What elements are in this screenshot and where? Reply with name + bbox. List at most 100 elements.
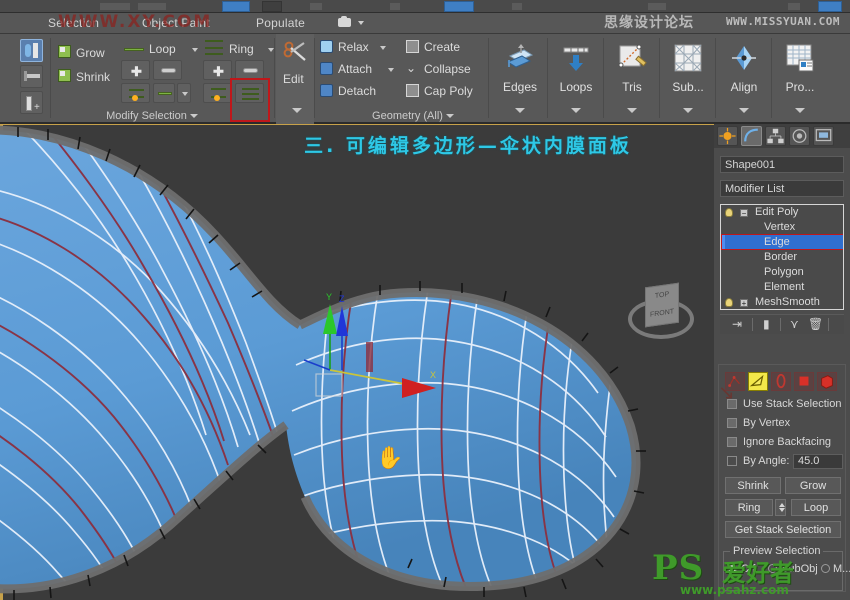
viewport[interactable]: Y Z X 三. 可编辑多边形—伞状内膜面板 TOP FRONT ✋ — [0, 124, 714, 600]
create-icon[interactable] — [406, 40, 419, 53]
create-tab[interactable] — [717, 126, 738, 146]
grow-button[interactable]: Grow — [785, 477, 841, 494]
shrink-button[interactable]: Shrink — [725, 477, 781, 494]
relax-icon[interactable] — [320, 40, 333, 53]
modify-tab[interactable] — [741, 126, 762, 146]
display-tab[interactable] — [813, 126, 834, 146]
ribbon-tab-populate[interactable]: Populate — [256, 16, 305, 30]
attach-label[interactable]: Attach — [338, 62, 372, 76]
loop-dash-button[interactable] — [153, 83, 175, 103]
detach-icon[interactable] — [320, 84, 333, 97]
loops-button[interactable]: Loops — [548, 34, 604, 124]
modify-selection-panel-label[interactable]: Modify Selection — [72, 110, 232, 122]
tris-button[interactable]: Tris — [604, 34, 660, 124]
vertex-subobject-icon[interactable] — [725, 372, 745, 391]
cap-poly-icon[interactable] — [406, 84, 419, 97]
create-label[interactable]: Create — [424, 40, 460, 54]
ribbon-tab-object-paint[interactable]: Object Paint — [142, 16, 210, 30]
align-button[interactable]: Align — [716, 34, 772, 124]
motion-tab[interactable] — [789, 126, 810, 146]
ribbon-mode-btn-1[interactable] — [20, 39, 43, 62]
relax-dropdown-icon[interactable] — [380, 46, 386, 50]
geometry-panel-label[interactable]: Geometry (All) — [338, 110, 488, 122]
ring-grow-button[interactable]: ✚ — [203, 60, 232, 80]
preview-off-radio[interactable] — [728, 564, 737, 573]
loop-label[interactable]: Loop — [149, 42, 176, 56]
stack-item-element[interactable]: Element — [721, 280, 843, 295]
ring-shift-button[interactable] — [203, 83, 232, 103]
viewcube[interactable]: TOP FRONT — [625, 282, 697, 351]
edit-panel-label[interactable]: Edit — [283, 72, 304, 86]
toolbar-active-btn-1[interactable] — [222, 1, 250, 12]
loop-shift-button[interactable] — [121, 83, 150, 103]
ribbon-tab-selection[interactable]: Selection — [48, 16, 99, 30]
polygon-subobject-icon[interactable] — [794, 372, 814, 391]
edge-subobject-icon[interactable] — [748, 372, 768, 391]
collapse-label[interactable]: Collapse — [424, 62, 471, 76]
preview-multi-radio[interactable] — [821, 564, 830, 573]
toolbar-active-btn-3[interactable] — [818, 1, 842, 12]
loop-grow-button[interactable]: ✚ — [121, 60, 150, 80]
loop-button[interactable]: Loop — [791, 499, 841, 516]
preview-subobj-radio[interactable] — [768, 564, 777, 573]
edit-panel[interactable]: Edit — [276, 34, 314, 124]
loop-shrink-button[interactable] — [153, 60, 182, 80]
light-bulb-icon-2[interactable] — [725, 298, 733, 307]
stack-item-border[interactable]: Border — [721, 250, 843, 265]
toolbar-active-btn-2[interactable] — [444, 1, 474, 12]
properties-button[interactable]: Pro... — [772, 34, 828, 124]
cap-poly-label[interactable]: Cap Poly — [424, 84, 473, 98]
subdivide-button[interactable]: Sub... — [660, 34, 716, 124]
use-stack-selection-checkbox[interactable] — [727, 399, 737, 409]
stack-item-vertex[interactable]: Vertex — [721, 220, 843, 235]
remove-modifier-icon[interactable]: 🗑 — [808, 318, 823, 330]
by-angle-value-field[interactable]: 45.0 — [793, 454, 843, 469]
loop-dropdown-icon[interactable] — [192, 48, 198, 52]
edges-button[interactable]: Edges — [492, 34, 548, 124]
get-stack-selection-button[interactable]: Get Stack Selection — [725, 521, 841, 538]
ring-icon[interactable] — [205, 40, 223, 55]
modifier-stack-list[interactable]: − Edit Poly Vertex Edge Border Polygon E… — [720, 204, 844, 310]
pin-stack-icon[interactable]: ⇥ — [732, 318, 742, 330]
detach-label[interactable]: Detach — [338, 84, 376, 98]
viewcube-box[interactable]: TOP FRONT — [645, 282, 679, 328]
align-dropdown-icon[interactable] — [739, 108, 749, 113]
expand-toggle-icon[interactable]: − — [740, 209, 748, 218]
ring-button[interactable]: Ring — [725, 499, 773, 516]
camera-icon[interactable] — [338, 16, 351, 27]
grow-icon[interactable] — [58, 45, 71, 58]
object-name-field[interactable]: Shape001 — [720, 156, 844, 173]
attach-icon[interactable] — [320, 62, 333, 75]
element-subobject-icon[interactable] — [817, 372, 837, 391]
loop-icon[interactable] — [124, 48, 144, 51]
stack-item-meshsmooth[interactable]: + MeshSmooth — [721, 295, 843, 309]
relax-label[interactable]: Relax — [338, 40, 369, 54]
collapse-icon[interactable]: ⌄ — [406, 62, 416, 74]
grow-label[interactable]: Grow — [76, 46, 105, 60]
by-angle-checkbox[interactable] — [727, 456, 737, 466]
properties-dropdown-icon[interactable] — [795, 108, 805, 113]
modifier-list-dropdown[interactable]: Modifier List — [720, 180, 844, 197]
show-end-result-icon[interactable]: ▮ — [763, 318, 770, 330]
tris-dropdown-icon[interactable] — [627, 108, 637, 113]
toolbar-btn-1[interactable] — [262, 1, 282, 12]
shrink-icon[interactable] — [58, 69, 71, 82]
by-vertex-checkbox[interactable] — [727, 418, 737, 428]
light-bulb-icon[interactable] — [725, 208, 733, 217]
ring-label[interactable]: Ring — [229, 42, 254, 56]
subdivide-dropdown-icon[interactable] — [683, 108, 693, 113]
edit-panel-dropdown-icon[interactable] — [292, 108, 302, 113]
ring-shrink-button[interactable] — [235, 60, 264, 80]
ribbon-mode-btn-3[interactable]: + — [20, 91, 43, 114]
loop-more-button[interactable] — [177, 83, 191, 103]
hierarchy-tab[interactable] — [765, 126, 786, 146]
ribbon-mode-btn-2[interactable] — [20, 65, 43, 88]
chevron-down-icon[interactable] — [358, 21, 364, 25]
expand-toggle-icon-2[interactable]: + — [740, 299, 748, 308]
stack-item-polygon[interactable]: Polygon — [721, 265, 843, 280]
border-subobject-icon[interactable] — [771, 372, 791, 391]
edges-dropdown-icon[interactable] — [515, 108, 525, 113]
shrink-label[interactable]: Shrink — [76, 70, 110, 84]
attach-dropdown-icon[interactable] — [388, 68, 394, 72]
loops-dropdown-icon[interactable] — [571, 108, 581, 113]
